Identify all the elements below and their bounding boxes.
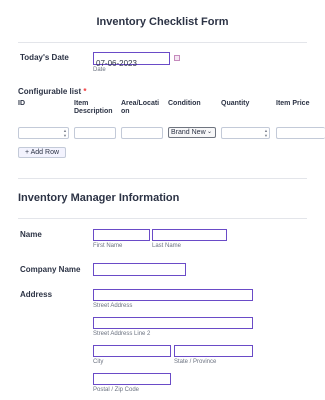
- company-name-input[interactable]: [93, 263, 186, 276]
- section-title: Inventory Manager Information: [18, 192, 180, 204]
- street-address-input[interactable]: [93, 289, 253, 301]
- form-title: Inventory Checklist Form: [96, 16, 229, 28]
- street-address-line2-sublabel: Street Address Line 2: [93, 331, 151, 337]
- address-label: Address: [20, 290, 53, 299]
- name-label: Name: [20, 230, 42, 239]
- column-header-item-description: Item Description: [74, 100, 113, 115]
- item-description-input[interactable]: [74, 127, 116, 139]
- date-label: Today's Date: [20, 53, 69, 62]
- divider: [18, 178, 307, 179]
- column-header-condition: Condition: [168, 100, 201, 107]
- id-input[interactable]: ▲ ▼: [18, 127, 69, 139]
- quantity-input[interactable]: ▲ ▼: [221, 127, 270, 139]
- chevron-down-icon: ⌄: [206, 129, 212, 135]
- column-header-id: ID: [18, 100, 25, 107]
- state-province-input[interactable]: [174, 345, 253, 357]
- city-sublabel: City: [93, 359, 104, 365]
- add-row-button[interactable]: + Add Row: [18, 147, 66, 158]
- stepper-icon[interactable]: ▲ ▼: [263, 128, 269, 138]
- city-input[interactable]: [93, 345, 171, 357]
- date-input[interactable]: 07-06-2023: [93, 52, 170, 68]
- state-province-sublabel: State / Province: [174, 359, 217, 365]
- street-address-line2-input[interactable]: [93, 317, 253, 329]
- column-header-item-price: Item Price: [276, 100, 310, 107]
- config-list-label: Configurable list *: [18, 87, 87, 96]
- date-sublabel: Date: [93, 67, 106, 73]
- divider: [18, 218, 307, 219]
- stepper-icon[interactable]: ▲ ▼: [62, 128, 68, 138]
- first-name-sublabel: First Name: [93, 243, 123, 249]
- postal-code-input[interactable]: [93, 373, 171, 385]
- required-mark: *: [83, 87, 87, 96]
- condition-select[interactable]: Brand New ⌄: [168, 127, 216, 138]
- divider: [18, 42, 307, 43]
- column-header-quantity: Quantity: [221, 100, 250, 107]
- area-location-input[interactable]: [121, 127, 163, 139]
- last-name-input[interactable]: [152, 229, 227, 241]
- item-price-input[interactable]: [276, 127, 325, 139]
- condition-selected-value: Brand New: [171, 129, 206, 136]
- last-name-sublabel: Last Name: [152, 243, 182, 249]
- calendar-icon[interactable]: [174, 55, 180, 61]
- column-header-area-location: Area/Location: [121, 100, 160, 115]
- first-name-input[interactable]: [93, 229, 150, 241]
- company-name-label: Company Name: [20, 265, 81, 274]
- street-address-sublabel: Street Address: [93, 303, 133, 309]
- postal-code-sublabel: Postal / Zip Code: [93, 387, 140, 393]
